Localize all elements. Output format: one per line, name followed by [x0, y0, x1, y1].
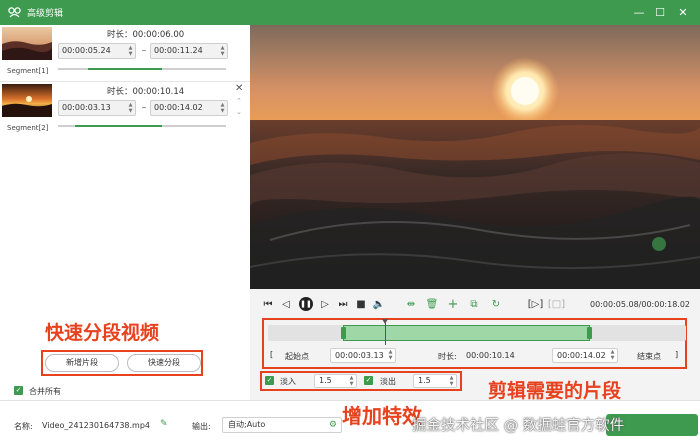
- copy-icon[interactable]: ⧉: [468, 298, 480, 310]
- stepper-icon[interactable]: ▲ ▼: [348, 375, 355, 387]
- segment-end-field[interactable]: 00:00:11.24 ▲ ▼: [150, 43, 228, 59]
- name-label: 名称:: [14, 422, 33, 431]
- segment-item[interactable]: Segment[2] 时长：00:00:10.14 00:00:03.13 ▲ ▼…: [0, 81, 250, 136]
- selection-end-handle[interactable]: [586, 327, 592, 339]
- maximize-icon[interactable]: ☐: [651, 4, 669, 20]
- segment-list-panel: Segment[1] 时长：00:00:06.00 00:00:05.24 ▲ ▼…: [0, 25, 250, 400]
- stepper-icon[interactable]: ▲ ▼: [127, 102, 134, 114]
- minimize-icon[interactable]: —: [630, 4, 648, 20]
- quick-split-button[interactable]: 快速分段: [127, 354, 201, 372]
- segment-duration: 时长：00:00:06.00: [107, 30, 185, 40]
- end-time-field[interactable]: 00:00:14.02 ▲ ▼: [552, 348, 618, 363]
- pause-icon[interactable]: ❚❚: [299, 297, 313, 311]
- fade-in-field[interactable]: 1.5 ▲ ▼: [314, 374, 357, 388]
- watermark-text: 掘金技术社区 @ 数据蛙官方软件: [412, 418, 625, 434]
- delete-segment-icon[interactable]: ✕: [235, 83, 243, 94]
- playhead-marker-icon: [382, 319, 389, 324]
- gear-icon[interactable]: ⚙: [329, 418, 337, 432]
- delete-icon[interactable]: 🗑: [426, 298, 439, 310]
- time-display: 00:00:05.08/00:00:18.02: [590, 300, 690, 309]
- start-time-field[interactable]: 00:00:03.13 ▲ ▼: [330, 348, 396, 363]
- playhead[interactable]: [382, 319, 389, 345]
- segment-progress-track: [58, 125, 226, 127]
- stop-icon[interactable]: ■: [355, 298, 367, 310]
- merge-all-label: 合并所有: [29, 387, 61, 396]
- stepper-icon[interactable]: ▲ ▼: [219, 45, 226, 57]
- stepper-icon[interactable]: ▲ ▼: [609, 349, 616, 362]
- bracket-open-icon: [: [270, 350, 274, 359]
- callout-trim-needed: 剪辑需要的片段: [488, 380, 622, 402]
- timeline-selection[interactable]: [341, 325, 592, 341]
- volume-icon[interactable]: 🔈: [373, 298, 385, 310]
- window-title: 高级剪辑: [27, 9, 64, 19]
- stepper-icon[interactable]: ▲ ▼: [387, 349, 394, 362]
- edit-name-icon[interactable]: ✎: [160, 419, 168, 429]
- next-frame-icon[interactable]: ▷: [319, 298, 331, 310]
- segment-thumbnail: [2, 27, 52, 60]
- range-separator: [142, 50, 146, 51]
- fade-in-checkbox[interactable]: ✓: [265, 376, 274, 385]
- mark-in-icon[interactable]: [▷]: [528, 298, 544, 310]
- bracket-close-icon: ]: [675, 350, 679, 359]
- merge-all-checkbox[interactable]: ✓: [14, 386, 23, 395]
- app-logo-icon: [7, 6, 21, 20]
- selection-start-handle[interactable]: [341, 327, 347, 339]
- segment-item[interactable]: Segment[1] 时长：00:00:06.00 00:00:05.24 ▲ ▼…: [0, 25, 250, 80]
- segment-label: Segment[1]: [7, 67, 49, 75]
- watermark-logo-icon: [652, 237, 666, 251]
- duration-value: 00:00:10.14: [466, 351, 515, 360]
- jump-end-icon[interactable]: ⏭: [337, 298, 349, 310]
- prev-frame-icon[interactable]: ◁: [280, 298, 292, 310]
- stepper-icon[interactable]: ▲ ▼: [448, 375, 455, 387]
- stepper-icon[interactable]: ▲ ▼: [219, 102, 226, 114]
- segment-progress-fill: [88, 68, 163, 70]
- output-select[interactable]: 自动;Auto ⚙: [222, 417, 342, 433]
- callout-add-effects: 增加特效: [342, 404, 422, 428]
- end-point-button[interactable]: 结束点: [637, 351, 661, 362]
- stepper-icon[interactable]: ▲ ▼: [127, 45, 134, 57]
- segment-start-field[interactable]: 00:00:03.13 ▲ ▼: [58, 100, 136, 116]
- segment-duration: 时长：00:00:10.14: [107, 87, 185, 97]
- segment-progress-track: [58, 68, 226, 70]
- add-icon[interactable]: +: [447, 297, 459, 312]
- fade-out-label: 淡出: [380, 377, 396, 386]
- segment-thumbnail: [2, 84, 52, 117]
- split-icon[interactable]: ⇹: [405, 298, 417, 310]
- duration-label: 时长:: [438, 352, 457, 361]
- move-up-icon[interactable]: ⌃: [236, 97, 242, 105]
- start-point-button[interactable]: 起始点: [285, 351, 309, 362]
- segment-label: Segment[2]: [7, 124, 49, 132]
- fade-out-checkbox[interactable]: ✓: [364, 376, 373, 385]
- mark-out-icon[interactable]: [□]: [548, 298, 565, 310]
- clip-timeline[interactable]: [268, 319, 686, 345]
- title-bar: 高级剪辑 — ☐ ✕: [0, 0, 700, 25]
- file-name: Video_241230164738.mp4: [42, 421, 150, 430]
- segment-end-field[interactable]: 00:00:14.02 ▲ ▼: [150, 100, 228, 116]
- reset-icon[interactable]: ↻: [490, 298, 502, 310]
- fade-in-label: 淡入: [280, 377, 296, 386]
- fade-out-field[interactable]: 1.5 ▲ ▼: [413, 374, 457, 388]
- video-preview[interactable]: [250, 25, 700, 289]
- callout-quick-split: 快速分段视频: [45, 322, 160, 344]
- close-icon[interactable]: ✕: [674, 4, 692, 20]
- move-down-icon[interactable]: ⌄: [236, 108, 242, 116]
- range-separator: [142, 107, 146, 108]
- segment-progress-fill: [74, 125, 163, 127]
- output-label: 输出:: [192, 422, 211, 431]
- jump-start-icon[interactable]: ⏮: [262, 298, 274, 310]
- add-segment-button[interactable]: 新增片段: [45, 354, 119, 372]
- segment-start-field[interactable]: 00:00:05.24 ▲ ▼: [58, 43, 136, 59]
